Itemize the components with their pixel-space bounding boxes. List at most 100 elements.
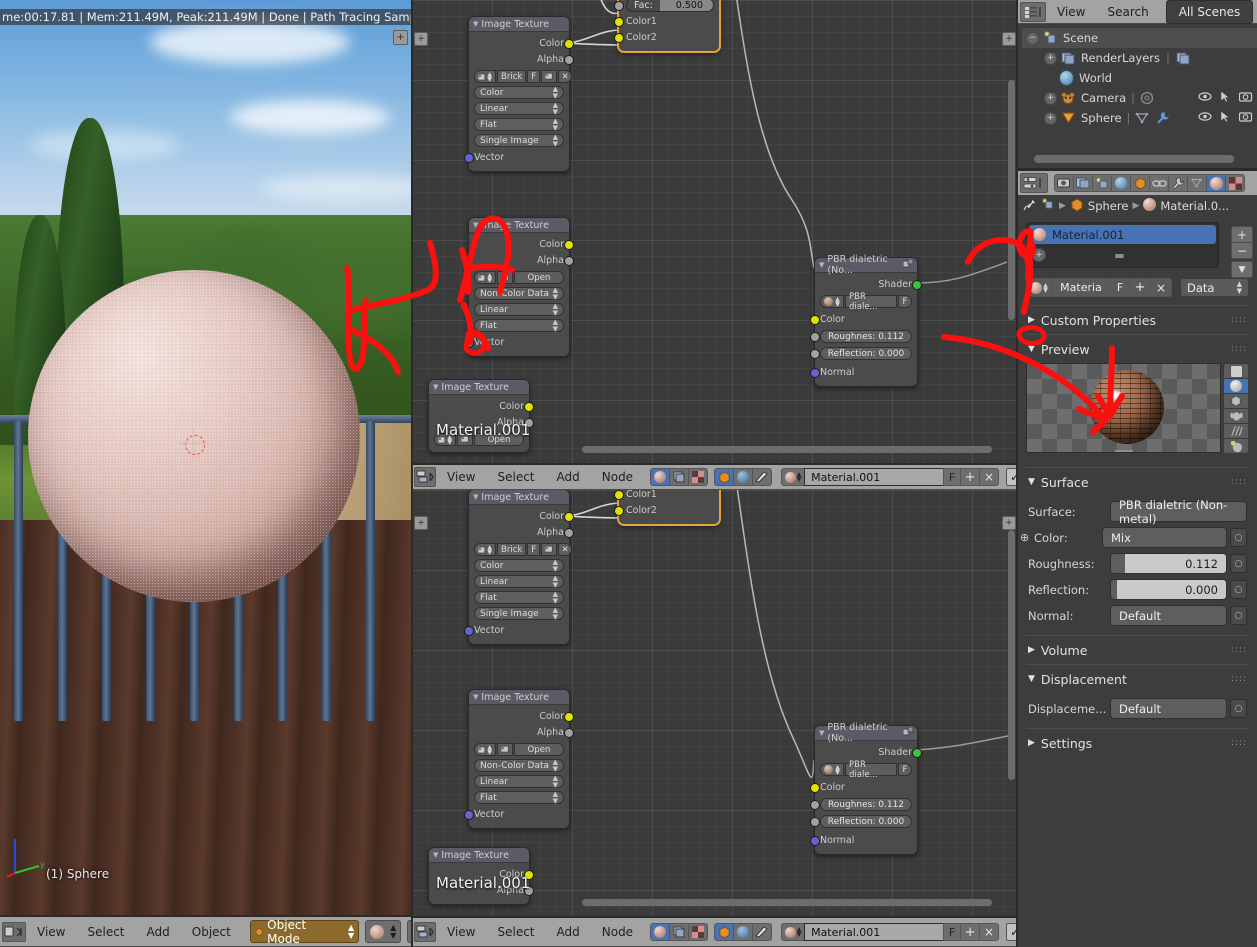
socket-color2-icon[interactable]: [614, 506, 624, 516]
tab-world[interactable]: [1111, 174, 1131, 192]
shader-type-world-icon[interactable]: [669, 923, 690, 941]
camera-data-icon[interactable]: [1140, 91, 1155, 106]
socket-color-icon[interactable]: [524, 402, 534, 412]
browse-nodegroup-icon[interactable]: ▲ ▼: [820, 295, 844, 308]
panel-volume[interactable]: ▶ Volume ::::: [1018, 638, 1257, 662]
menu-select[interactable]: Select: [486, 920, 545, 944]
extension-dropdown[interactable]: Single Image ▲ ▼: [474, 133, 564, 147]
remove-material-slot-button[interactable]: −: [1231, 242, 1253, 259]
menu-select[interactable]: Select: [76, 920, 135, 944]
panel-custom-properties[interactable]: ▶ Custom Properties ::::: [1018, 308, 1257, 332]
socket-alpha-icon[interactable]: [564, 256, 574, 266]
node-vertical-scrollbar[interactable]: [1008, 530, 1015, 780]
collapse-triangle-icon[interactable]: ▼: [473, 493, 478, 501]
colorspace-dropdown[interactable]: Color ▲ ▼: [474, 558, 564, 572]
roughness-value-field[interactable]: Roughnes: 0.112: [820, 798, 912, 811]
tab-scene[interactable]: [1092, 174, 1112, 192]
menu-view[interactable]: View: [436, 920, 486, 944]
expander-icon[interactable]: −: [1026, 31, 1039, 45]
add-region-icon[interactable]: +: [1002, 32, 1016, 46]
material-slot-row[interactable]: Material.001: [1029, 225, 1216, 244]
tab-material[interactable]: [1206, 174, 1226, 192]
cursor-arrow-icon[interactable]: [1220, 110, 1231, 126]
unlink-material-button[interactable]: ×: [1150, 278, 1172, 297]
node-image-texture-1[interactable]: ▼ Image Texture Color Alpha ▲▼ Brick F: [464, 16, 574, 172]
expand-triangle-icon[interactable]: ▶: [1028, 645, 1035, 655]
open-image-button[interactable]: Open: [514, 743, 564, 756]
area-splitter-vertical[interactable]: [1016, 0, 1018, 947]
socket-color1-icon[interactable]: [614, 490, 624, 500]
nodegroup-datablock-row[interactable]: ▲ ▼ PBR diale... F: [820, 760, 912, 780]
node-header[interactable]: ▼ Image Texture: [429, 380, 529, 395]
image-datablock-row[interactable]: ▲ ▼ Brick F ✕: [474, 543, 573, 556]
editor-type-outliner-icon[interactable]: [1020, 1, 1046, 22]
reflection-anim-dot[interactable]: ○: [1230, 580, 1247, 599]
unlink-image-icon[interactable]: ✕: [558, 70, 573, 83]
interpolation-dropdown[interactable]: Linear ▲ ▼: [474, 574, 564, 588]
t ab-texture[interactable]: [1225, 174, 1245, 192]
browse-image-icon[interactable]: ▲ ▼: [474, 743, 496, 756]
mesh-data-icon[interactable]: [1135, 111, 1150, 126]
collapse-triangle-icon[interactable]: ▼: [1028, 344, 1035, 354]
interpolation-dropdown[interactable]: Linear ▲ ▼: [474, 774, 564, 788]
material-name-field[interactable]: Material.001: [804, 923, 945, 941]
preview-cube-icon[interactable]: [1223, 393, 1249, 409]
socket-shader-icon[interactable]: [912, 280, 922, 290]
add-material-slot-button[interactable]: +: [1231, 226, 1253, 243]
preview-resize-grip[interactable]: [1114, 450, 1133, 452]
menu-search[interactable]: Search: [1096, 0, 1159, 24]
collapse-triangle-icon[interactable]: ▼: [1028, 674, 1035, 684]
expander-icon[interactable]: +: [1044, 51, 1057, 65]
displacement-value-dropdown[interactable]: Default: [1110, 698, 1227, 719]
brush-icon[interactable]: [752, 468, 773, 486]
tab-renderlayers[interactable]: [1073, 174, 1093, 192]
node-header[interactable]: ▼ Image Texture: [429, 848, 529, 863]
panel-displacement[interactable]: ▼ Displacement ::::: [1018, 667, 1257, 691]
3d-viewport[interactable]: y (1) Sphere me:00:17.81 | Mem:211.49M, …: [0, 0, 412, 917]
normal-anim-dot[interactable]: ○: [1230, 606, 1247, 625]
node-mix-rgb-1[interactable]: ▼ Mix Fac: 0.500 Color1 Color2: [614, 0, 720, 52]
pin-icon[interactable]: [1023, 197, 1037, 215]
area-splitter-horizontal[interactable]: [412, 916, 1018, 918]
tab-render[interactable]: [1054, 174, 1074, 192]
socket-color-icon[interactable]: [564, 240, 574, 250]
object-cube-icon[interactable]: [714, 468, 735, 486]
menu-add[interactable]: Add: [546, 465, 591, 489]
expander-icon[interactable]: +: [1032, 248, 1046, 262]
add-region-icon[interactable]: +: [414, 516, 428, 530]
node-editor-bottom[interactable]: ▼ Image Texture Color Alpha ▲▼ Brick F: [412, 490, 1018, 918]
socket-vector-icon[interactable]: [464, 338, 474, 348]
node-image-texture-2[interactable]: ▼ Image Texture Color Alpha ▲ ▼ Open Non…: [464, 217, 574, 357]
link-plug-icon[interactable]: ⊕: [1020, 531, 1034, 544]
collapse-triangle-icon[interactable]: ▼: [433, 383, 438, 391]
scene-icon[interactable]: [1041, 198, 1055, 214]
colorspace-dropdown[interactable]: Color ▲ ▼: [474, 85, 564, 99]
node-mix-rgb-2[interactable]: ▼ Mix Fac: 0.500 Color1 Color2: [614, 490, 720, 525]
outliner-item-sphere[interactable]: + Sphere |: [1022, 108, 1257, 128]
area-splitter-horizontal[interactable]: [412, 463, 1018, 465]
outliner-item-world[interactable]: World: [1022, 68, 1257, 88]
node-vertical-scrollbar[interactable]: [1008, 80, 1015, 320]
collapse-triangle-icon[interactable]: ▼: [819, 729, 824, 737]
node-header[interactable]: ▼ Image Texture: [469, 218, 569, 233]
menu-object[interactable]: Object: [181, 920, 242, 944]
projection-dropdown[interactable]: Flat ▲ ▼: [474, 117, 564, 131]
outliner-editor[interactable]: View Search All Scenes − Scene + RenderL…: [1018, 0, 1257, 170]
node-image-texture-4[interactable]: ▼ Image Texture Color Alpha ▲▼ Brick F: [464, 490, 574, 645]
socket-normal-icon[interactable]: [810, 836, 820, 846]
image-datablock-row[interactable]: ▲ ▼ Brick F ✕: [474, 70, 573, 83]
shader-type-world-icon[interactable]: [669, 468, 690, 486]
editor-type-3dview-icon[interactable]: [2, 921, 26, 942]
properties-editor[interactable]: ▶ Sphere ▶ Material.0... Material.001 + …: [1018, 170, 1257, 947]
node-header[interactable]: ▼ Image Texture: [469, 490, 569, 505]
node-editor-top[interactable]: ▼ Image Texture Color Alpha ▲▼ Brick F: [412, 0, 1018, 465]
new-image-icon[interactable]: [541, 70, 558, 83]
eye-icon[interactable]: [1198, 91, 1212, 105]
collapse-triangle-icon[interactable]: ▼: [433, 851, 438, 859]
socket-shader-icon[interactable]: [912, 748, 922, 758]
preview-monkey-icon[interactable]: [1223, 408, 1249, 424]
menu-node[interactable]: Node: [591, 465, 644, 489]
area-splitter-vertical[interactable]: [411, 0, 413, 947]
preview-canvas[interactable]: [1026, 363, 1221, 453]
socket-color-in-icon[interactable]: [810, 783, 820, 793]
